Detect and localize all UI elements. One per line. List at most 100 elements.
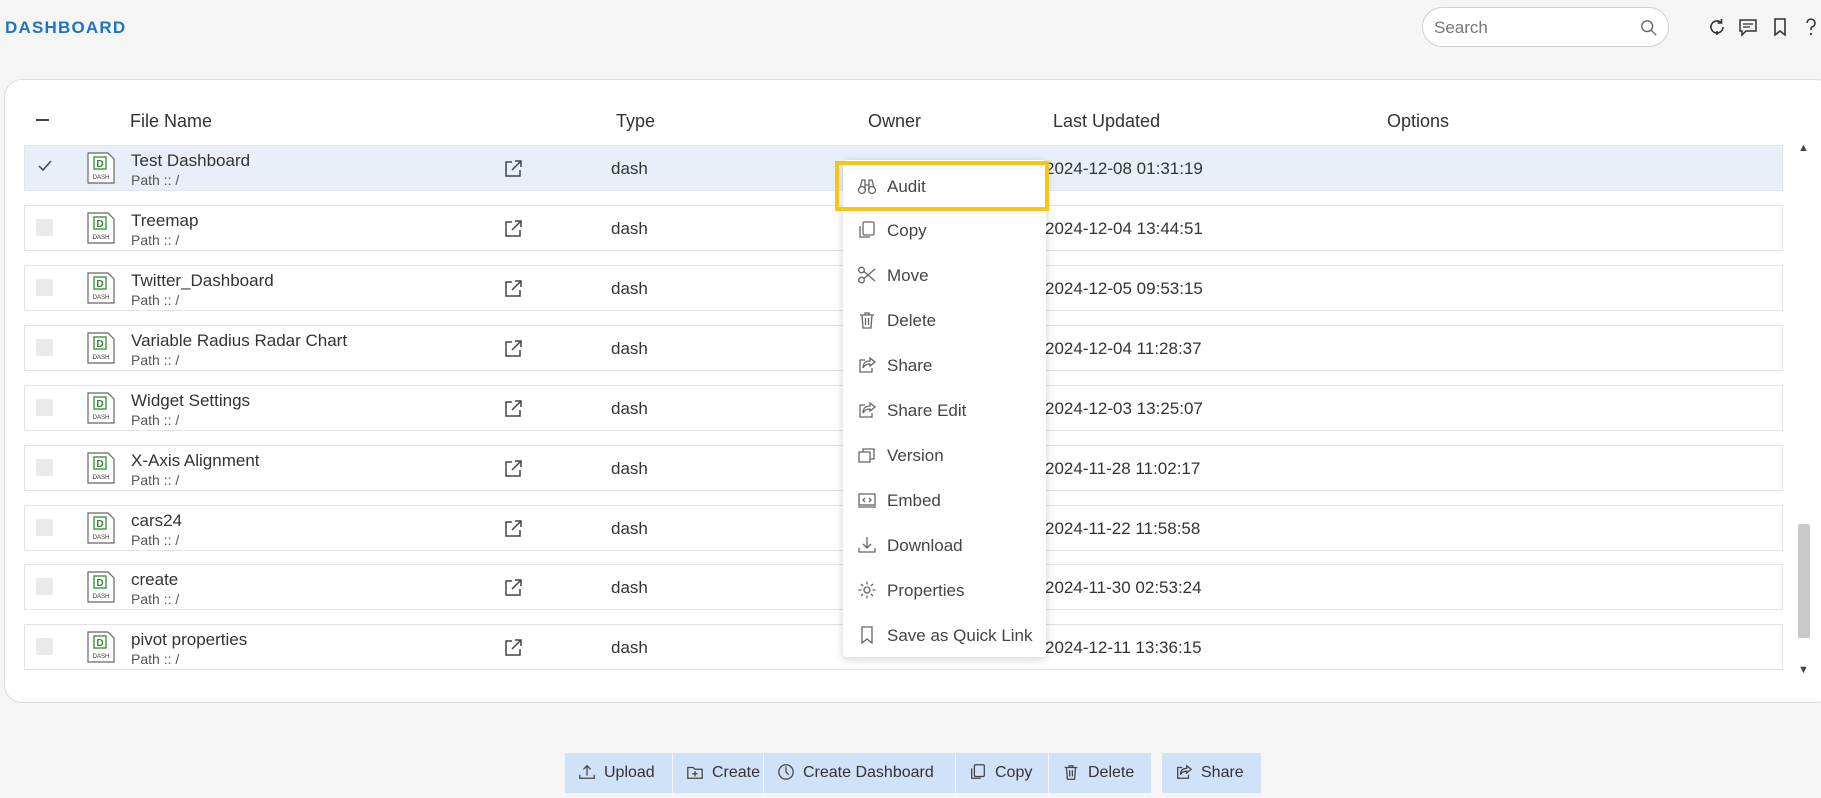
file-name[interactable]: Test Dashboard — [131, 151, 250, 171]
file-name[interactable]: pivot properties — [131, 630, 247, 650]
create-icon — [687, 766, 703, 779]
last-updated: 2024-12-08 01:31:19 — [1045, 159, 1203, 178]
upload-button[interactable]: Upload — [565, 753, 672, 793]
menu-item-download[interactable]: Download — [843, 524, 1046, 566]
menu-item-properties[interactable]: Properties — [843, 569, 1046, 611]
svg-text:DASH: DASH — [93, 295, 110, 301]
create-button[interactable]: Create — [673, 753, 763, 793]
file-name[interactable]: Widget Settings — [131, 391, 250, 411]
menu-item-copy[interactable]: Copy — [843, 209, 1046, 251]
file-name[interactable]: cars24 — [131, 511, 182, 531]
row-checkbox[interactable] — [36, 219, 53, 236]
open-external-icon[interactable] — [503, 459, 523, 479]
column-type[interactable]: Type — [616, 111, 655, 132]
top-bar: DASHBOARD — [0, 0, 1821, 60]
open-external-icon[interactable] — [503, 219, 523, 239]
menu-item-version[interactable]: Version — [843, 434, 1046, 476]
bookmark-icon[interactable] — [1770, 17, 1790, 37]
last-updated: 2024-11-28 11:02:17 — [1045, 459, 1201, 478]
file-type: dash — [611, 638, 648, 657]
menu-item-save-quick-link[interactable]: Save as Quick Link — [843, 614, 1046, 656]
version-icon — [858, 448, 875, 463]
search-input[interactable] — [1432, 16, 1636, 40]
svg-text:D: D — [96, 159, 103, 170]
row-checkbox[interactable] — [36, 399, 53, 416]
binoculars-icon — [857, 179, 877, 195]
upload-icon — [579, 764, 595, 779]
download-icon — [858, 537, 876, 553]
menu-item-share[interactable]: Share — [843, 344, 1046, 386]
column-owner[interactable]: Owner — [868, 111, 921, 132]
row-checkbox[interactable] — [36, 339, 53, 356]
svg-text:D: D — [96, 399, 103, 410]
scrollbar-thumb[interactable] — [1798, 524, 1810, 638]
menu-item-audit[interactable]: Audit — [835, 161, 1049, 211]
file-path: Path :: / — [131, 232, 180, 248]
svg-text:D: D — [96, 578, 103, 589]
svg-text:DASH: DASH — [93, 355, 110, 361]
file-name[interactable]: Variable Radius Radar Chart — [131, 331, 347, 351]
copy-button[interactable]: Copy — [956, 753, 1048, 793]
file-path: Path :: / — [131, 172, 180, 188]
svg-text:DASH: DASH — [93, 415, 110, 421]
column-file-name[interactable]: File Name — [130, 111, 212, 132]
help-icon[interactable] — [1801, 17, 1821, 37]
svg-text:DASH: DASH — [93, 235, 110, 241]
dashboard-file-icon: D DASH — [87, 392, 115, 424]
menu-item-delete[interactable]: Delete — [843, 299, 1046, 341]
menu-item-embed[interactable]: Embed — [843, 479, 1046, 521]
checkmark-icon[interactable] — [36, 157, 54, 175]
row-checkbox[interactable] — [36, 459, 53, 476]
column-last-updated[interactable]: Last Updated — [1053, 111, 1160, 132]
row-checkbox[interactable] — [36, 638, 53, 655]
open-external-icon[interactable] — [503, 399, 523, 419]
last-updated: 2024-12-04 13:44:51 — [1045, 219, 1203, 238]
dashboard-file-icon: D DASH — [87, 631, 115, 663]
dashboard-file-icon: D DASH — [87, 272, 115, 304]
share-edit-icon — [859, 401, 877, 418]
search-icon[interactable] — [1640, 19, 1658, 37]
share-button[interactable]: Share — [1162, 753, 1261, 793]
file-type: dash — [611, 578, 648, 597]
last-updated: 2024-11-30 02:53:24 — [1045, 578, 1202, 597]
file-type: dash — [611, 519, 648, 538]
trash-icon — [1064, 765, 1078, 780]
page-title: DASHBOARD — [5, 18, 127, 37]
file-path: Path :: / — [131, 591, 180, 607]
delete-button[interactable]: Delete — [1049, 753, 1151, 793]
row-checkbox[interactable] — [36, 578, 53, 595]
row-checkbox[interactable] — [36, 279, 53, 296]
open-external-icon[interactable] — [503, 159, 523, 179]
scroll-down-arrow[interactable]: ▼ — [1798, 664, 1809, 676]
select-all-toggle[interactable] — [36, 119, 49, 121]
file-type: dash — [611, 279, 648, 298]
refresh-icon[interactable] — [1707, 17, 1727, 37]
copy-label: Copy — [995, 764, 1033, 781]
file-name[interactable]: Twitter_Dashboard — [131, 271, 274, 291]
share-label: Share — [1201, 764, 1244, 781]
table-header: File Name Type Owner Last Updated Option… — [0, 95, 1790, 145]
dashboard-file-icon: D DASH — [87, 512, 115, 544]
svg-text:D: D — [96, 638, 103, 649]
open-external-icon[interactable] — [503, 339, 523, 359]
search-box[interactable] — [1422, 7, 1669, 47]
comment-icon[interactable] — [1738, 17, 1758, 37]
file-type: dash — [611, 339, 648, 358]
create-dashboard-button[interactable]: Create Dashboard — [764, 753, 955, 793]
delete-label: Delete — [1088, 764, 1135, 781]
scroll-up-arrow[interactable]: ▲ — [1798, 142, 1809, 154]
trash-icon — [860, 312, 874, 329]
open-external-icon[interactable] — [503, 638, 523, 658]
file-name[interactable]: create — [131, 570, 178, 590]
dashboard-file-icon: D DASH — [87, 571, 115, 603]
file-name[interactable]: Treemap — [131, 211, 198, 231]
open-external-icon[interactable] — [503, 519, 523, 539]
last-updated: 2024-12-05 09:53:15 — [1045, 279, 1203, 298]
open-external-icon[interactable] — [503, 279, 523, 299]
menu-item-share-edit[interactable]: Share Edit — [843, 389, 1046, 431]
file-name[interactable]: X-Axis Alignment — [131, 451, 260, 471]
menu-item-move[interactable]: Move — [843, 254, 1046, 296]
file-path: Path :: / — [131, 292, 180, 308]
row-checkbox[interactable] — [36, 519, 53, 536]
open-external-icon[interactable] — [503, 578, 523, 598]
